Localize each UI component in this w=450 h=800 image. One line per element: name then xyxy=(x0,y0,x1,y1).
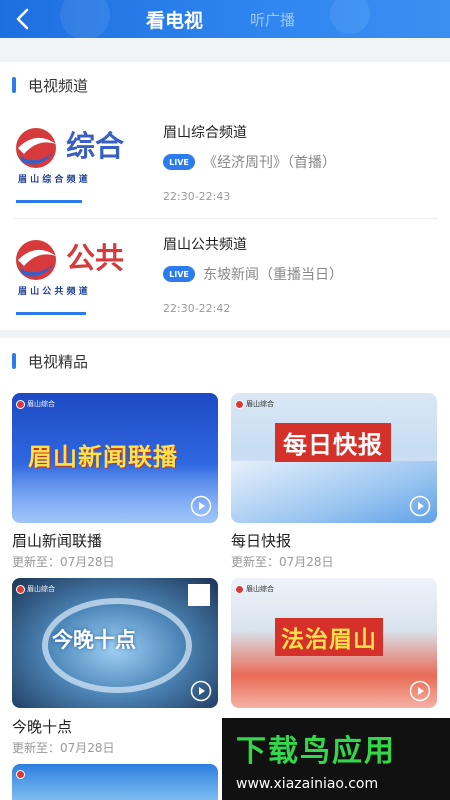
current-program: 东坡新闻（重播当日） xyxy=(203,267,343,283)
live-badge: LIVE xyxy=(163,154,195,170)
card-title[interactable]: 眉山新闻联播 xyxy=(12,530,102,551)
section-heading: 电视频道 xyxy=(12,76,89,95)
card-title[interactable]: 今晚十点 xyxy=(12,716,72,737)
channel-logo: 公共 眉 山 公 共 频 道 xyxy=(16,240,124,297)
brand-tag: 眉山综合 xyxy=(235,399,274,409)
brand-tag: 眉山综合 xyxy=(235,584,274,594)
header-decoration xyxy=(330,0,370,34)
program-card-thumbnail[interactable]: 眉山综合 今晚十点 xyxy=(12,578,218,708)
card-title[interactable]: 每日快报 xyxy=(231,530,291,551)
current-program: 《经济周刊》（首播） xyxy=(203,155,336,171)
brand-tag xyxy=(16,770,27,779)
top-bar: 看电视 听广播 xyxy=(0,0,450,40)
play-icon[interactable] xyxy=(190,680,212,702)
watermark-url: www.xiazainiao.com xyxy=(236,776,379,792)
play-icon[interactable] xyxy=(190,495,212,517)
program-time: 22:30-22:42 xyxy=(163,302,231,315)
card-updated: 更新至：07月28日 xyxy=(231,555,334,569)
card-updated: 更新至：07月28日 xyxy=(12,555,115,569)
brand-tag: 眉山综合 xyxy=(16,584,55,594)
brand-tag: 眉山综合 xyxy=(16,399,55,409)
channel-logo: 综合 眉 山 综 合 频 道 xyxy=(16,128,124,185)
program-card-thumbnail[interactable] xyxy=(12,764,218,800)
channel-name: 眉山综合频道 xyxy=(163,125,247,141)
live-badge: LIVE xyxy=(163,266,195,282)
channel-row[interactable]: 公共 眉 山 公 共 频 道 眉山公共频道 LIVE 东坡新闻（重播当日） 22… xyxy=(0,220,450,332)
card-updated: 更新至：07月28日 xyxy=(12,741,115,755)
thumbnail-title: 法治眉山 xyxy=(275,618,383,656)
header-decoration xyxy=(60,0,110,40)
channel-row[interactable]: 综合 眉 山 综 合 频 道 眉山综合频道 LIVE 《经济周刊》（首播） 22… xyxy=(0,108,450,220)
thumbnail-title: 今晚十点 xyxy=(52,628,136,652)
qr-code-icon xyxy=(188,584,210,606)
watermark-overlay: 下载鸟应用 www.xiazainiao.com xyxy=(222,718,450,800)
section-title: 电视精品 xyxy=(28,352,89,371)
tv-channels-section: 电视频道 综合 眉 山 综 合 频 道 眉山综合频道 LIVE 《经济周刊》（首… xyxy=(0,62,450,330)
section-heading: 电视精品 xyxy=(12,352,89,371)
logo-subtitle: 眉 山 公 共 频 道 xyxy=(18,285,88,297)
section-title: 电视频道 xyxy=(28,76,89,95)
logo-title: 公共 xyxy=(66,241,124,275)
tab-listen-radio[interactable]: 听广播 xyxy=(250,9,295,30)
watermark-brand: 下载鸟应用 xyxy=(236,734,396,769)
heading-accent-bar xyxy=(12,77,16,93)
channel-name: 眉山公共频道 xyxy=(163,237,247,253)
program-time: 22:30-22:43 xyxy=(163,190,231,203)
heading-accent-bar xyxy=(12,353,16,369)
logo-underline xyxy=(16,200,82,203)
program-card-thumbnail[interactable]: 眉山综合 眉山新闻联播 xyxy=(12,393,218,523)
divider xyxy=(14,218,438,219)
logo-title: 综合 xyxy=(66,129,124,163)
tab-watch-tv[interactable]: 看电视 xyxy=(146,6,203,33)
program-card-thumbnail[interactable]: 眉山综合 每日快报 xyxy=(231,393,437,523)
thumbnail-title: 每日快报 xyxy=(275,423,391,462)
logo-subtitle: 眉 山 综 合 频 道 xyxy=(18,173,88,185)
play-icon[interactable] xyxy=(409,495,431,517)
program-card-thumbnail[interactable]: 眉山综合 法治眉山 xyxy=(231,578,437,708)
play-icon[interactable] xyxy=(409,680,431,702)
back-arrow-icon[interactable] xyxy=(10,6,36,32)
thumbnail-title: 眉山新闻联播 xyxy=(28,443,178,471)
logo-underline xyxy=(16,312,86,315)
